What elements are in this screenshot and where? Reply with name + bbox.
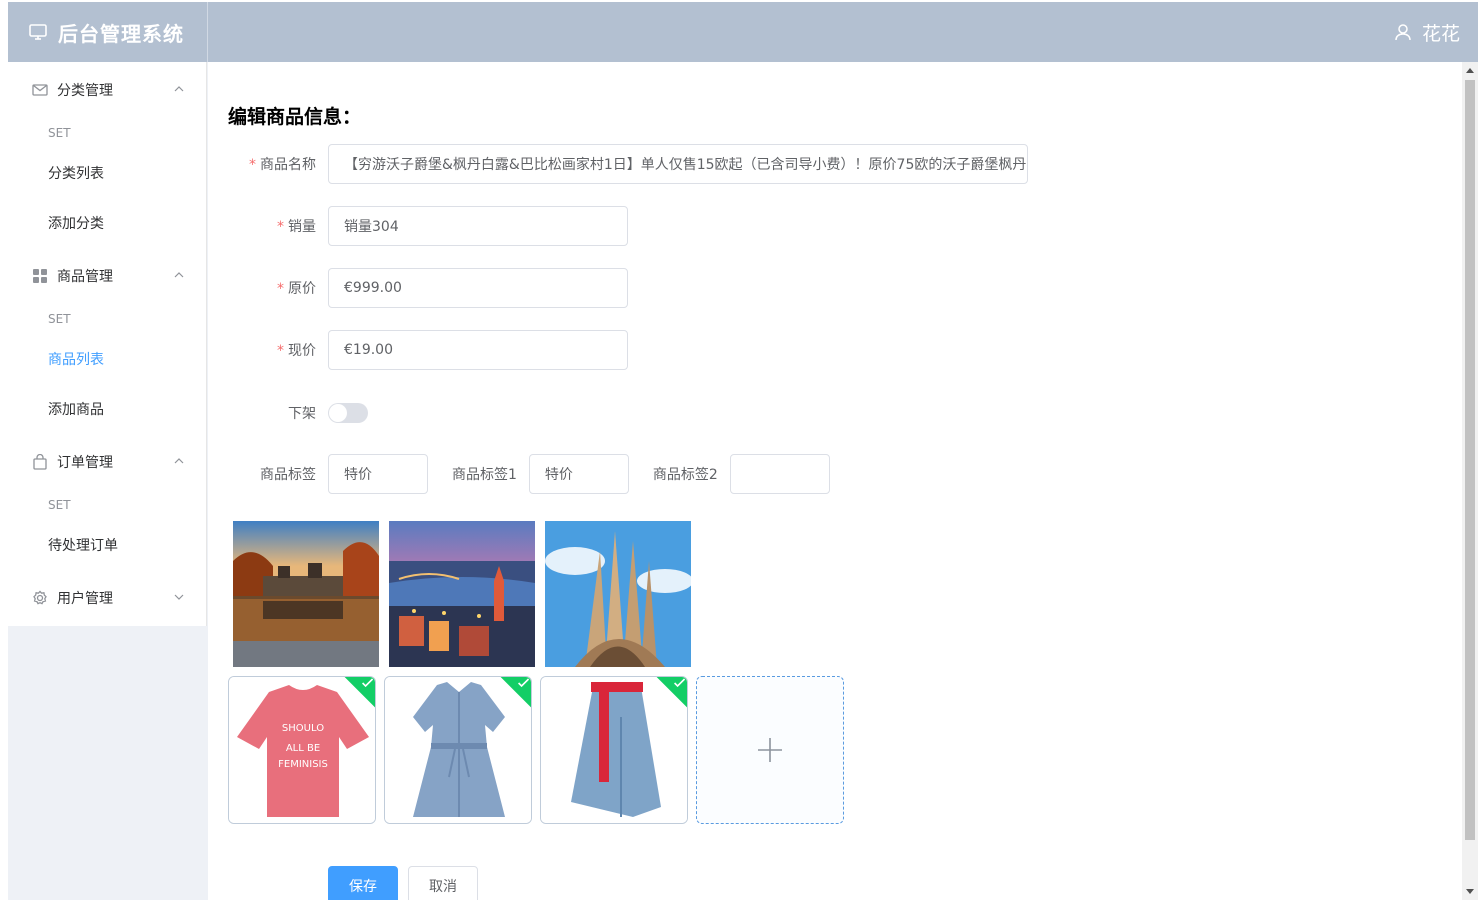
chevron-up-icon	[174, 86, 184, 92]
menu-group-title: SET	[48, 126, 71, 140]
original-price-input[interactable]: €999.00	[328, 268, 628, 308]
denim-skirt-photo[interactable]	[540, 676, 688, 824]
form-label: * 现价	[277, 343, 316, 359]
form-label: 下架	[288, 406, 316, 422]
form-label: * 商品名称	[249, 157, 316, 173]
sidebar: 分类管理 SET 分类列表 添加分类 商品管理 SET 商品列表 添加商品 订单…	[8, 62, 208, 900]
gallery-images	[233, 521, 691, 667]
user-menu[interactable]: 花花	[1394, 2, 1460, 62]
form-item-original-price: * 原价 €999.00	[228, 268, 628, 308]
upload-list: SHOULO ALL BE FEMINISIS	[228, 676, 844, 824]
form-label: 商品标签1	[452, 467, 517, 483]
submenu-goods[interactable]: 商品管理	[8, 248, 206, 304]
form-item-name: * 商品名称 【穷游沃子爵堡&枫丹白露&巴比松画家村1日】单人仅售15欧起（已含司…	[228, 144, 1028, 184]
sidebar-menu: 分类管理 SET 分类列表 添加分类 商品管理 SET 商品列表 添加商品 订单…	[8, 62, 207, 626]
plus-icon	[758, 738, 782, 762]
chevron-down-icon	[174, 594, 184, 600]
menu-item-add-goods[interactable]: 添加商品	[8, 384, 206, 434]
chateau-lake-photo[interactable]	[233, 521, 379, 667]
blue-shirt-dress-photo[interactable]	[384, 676, 532, 824]
submenu-orders-label: 订单管理	[57, 455, 113, 471]
submenu-users-label: 用户管理	[57, 591, 113, 607]
scroll-down-arrow-icon[interactable]	[1466, 889, 1474, 894]
tag1-input[interactable]: 特价	[528, 454, 629, 494]
sales-input[interactable]: 销量304	[328, 206, 628, 246]
menu-group-title: SET	[48, 498, 71, 512]
svg-text:FEMINISIS: FEMINISIS	[278, 759, 328, 770]
monitor-icon	[29, 24, 47, 40]
upload-add-button[interactable]	[696, 676, 844, 824]
form-label: * 销量	[277, 219, 316, 235]
pink-tshirt-photo[interactable]: SHOULO ALL BE FEMINISIS	[228, 676, 376, 824]
top-header: 后台管理系统 花花	[8, 2, 1478, 62]
submenu-goods-label: 商品管理	[57, 269, 113, 285]
form-item-sales: * 销量 销量304	[228, 206, 628, 246]
svg-text:ALL BE: ALL BE	[286, 743, 320, 754]
form-item-current-price: * 现价 €19.00	[228, 330, 628, 370]
menu-item-add-category[interactable]: 添加分类	[8, 198, 206, 248]
menu-item-goods-list[interactable]: 商品列表	[8, 334, 206, 384]
chevron-up-icon	[174, 458, 184, 464]
app-title: 后台管理系统	[58, 21, 184, 46]
tag2-input[interactable]	[729, 454, 830, 494]
submenu-orders[interactable]: 订单管理	[8, 434, 206, 490]
form-item-off-shelf: 下架	[228, 393, 368, 433]
logo[interactable]: 后台管理系统	[8, 2, 208, 62]
settings-icon	[32, 590, 48, 606]
svg-text:SHOULO: SHOULO	[282, 723, 324, 734]
message-icon	[32, 82, 48, 98]
form-label: * 原价	[277, 281, 316, 297]
user-name: 花花	[1421, 22, 1460, 45]
form-label: 商品标签	[260, 467, 316, 483]
bag-icon	[32, 454, 48, 470]
form-label: 商品标签2	[652, 467, 718, 483]
goods-name-input[interactable]: 【穷游沃子爵堡&枫丹白露&巴比松画家村1日】单人仅售15欧起（已含司导小费）！原…	[328, 144, 1028, 184]
cancel-button[interactable]: 取消	[408, 866, 478, 900]
app-frame: 后台管理系统 花花 分类管理 SET 分类列表 添加分类 商品管理 SET 商品…	[8, 2, 1478, 900]
sagrada-familia-photo[interactable]	[545, 521, 691, 667]
save-button[interactable]: 保存	[328, 866, 398, 900]
off-shelf-switch[interactable]	[328, 403, 368, 423]
submenu-category-label: 分类管理	[57, 83, 113, 99]
grid-icon	[32, 268, 48, 284]
page-scrollbar[interactable]	[1462, 62, 1478, 900]
submenu-users[interactable]: 用户管理	[8, 570, 206, 626]
submenu-category[interactable]: 分类管理	[8, 62, 206, 118]
chevron-up-icon	[174, 272, 184, 278]
menu-group-title: SET	[48, 312, 71, 326]
form-item-tags: 商品标签 特价 商品标签1 特价 商品标签2	[228, 454, 830, 494]
main-content: 编辑商品信息： * 商品名称 【穷游沃子爵堡&枫丹白露&巴比松画家村1日】单人仅售…	[208, 62, 1461, 900]
tag-input[interactable]: 特价	[328, 454, 428, 494]
page-title: 编辑商品信息：	[228, 106, 362, 128]
scrollbar-thumb[interactable]	[1465, 80, 1475, 840]
user-icon	[1395, 24, 1411, 41]
menu-item-category-list[interactable]: 分类列表	[8, 148, 206, 198]
current-price-input[interactable]: €19.00	[328, 330, 628, 370]
menu-item-pending-orders[interactable]: 待处理订单	[8, 520, 206, 570]
city-river-night-photo[interactable]	[389, 521, 535, 667]
scroll-up-arrow-icon[interactable]	[1466, 68, 1474, 73]
